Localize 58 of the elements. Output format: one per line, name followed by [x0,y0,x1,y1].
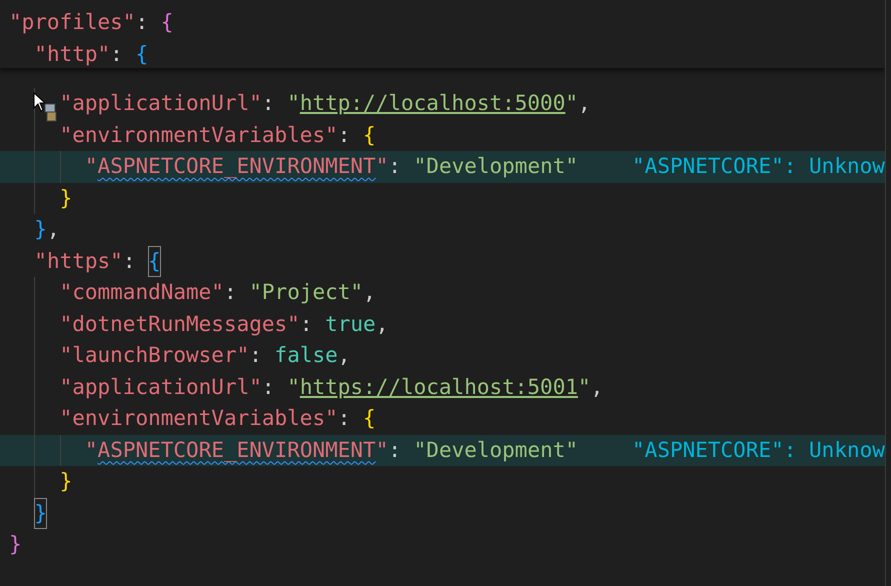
brace: { [160,9,174,36]
punctuation: , [338,342,350,369]
punctuation: : [338,405,352,432]
punctuation: : [135,9,150,36]
property-key: "https" [34,246,123,277]
property-key: " [84,151,98,182]
punctuation: , [578,90,591,117]
brace: { [148,246,161,277]
punctuation: , [590,374,604,400]
inlay-hint: "ASPNETCORE": Unknow [632,436,885,464]
property-key: "environmentVariables" [60,120,338,151]
punctuation: : [338,122,352,148]
punctuation: : [388,153,402,180]
punctuation: : [300,310,314,338]
property-key: "profiles" [9,7,136,38]
property-key: "launchBrowser" [60,340,250,372]
property-key: " [84,434,98,466]
brace: } [9,531,22,558]
string-value: "Development" [414,153,578,180]
brace: { [363,405,376,432]
punctuation: : [122,248,136,274]
property-key: ASPNETCORE_ENVIRONMENT [98,434,376,466]
string-value: " [565,90,578,117]
punctuation: : [224,279,238,306]
punctuation: , [46,216,60,243]
string-value: "Project" [249,279,364,306]
punctuation: , [376,310,388,338]
property-key: "environmentVariables" [60,403,338,434]
brace: } [60,184,72,212]
property-key: ASPNETCORE_ENVIRONMENT [98,151,376,182]
url-link[interactable]: http://localhost:5000 [300,88,566,120]
property-key: "applicationUrl" [60,372,262,403]
boolean-value: false [274,342,338,369]
punctuation: : [262,90,276,117]
mouse-pointer-icon [33,92,58,122]
punctuation: : [110,40,124,68]
property-key: " [376,434,388,466]
property-key: " [376,151,388,182]
string-value: " [287,374,300,400]
punctuation: , [363,279,376,306]
brace: } [34,498,47,529]
brace: } [34,216,47,243]
punctuation: : [262,374,276,400]
property-key: "applicationUrl" [60,88,262,120]
string-value: "Development" [414,436,578,464]
property-key: "commandName" [60,277,224,308]
string-value: " [287,90,300,117]
boolean-value: true [325,310,376,338]
punctuation: : [388,436,402,464]
property-key: "dotnetRunMessages" [60,308,300,340]
property-key: "http" [34,38,110,70]
inlay-hint: "ASPNETCORE": Unknow [632,153,885,180]
punctuation: : [249,342,263,369]
brace: { [363,122,376,148]
url-link[interactable]: https://localhost:5001 [300,372,578,403]
brace: { [135,40,148,68]
brace: } [60,468,72,495]
string-value: " [578,374,591,400]
